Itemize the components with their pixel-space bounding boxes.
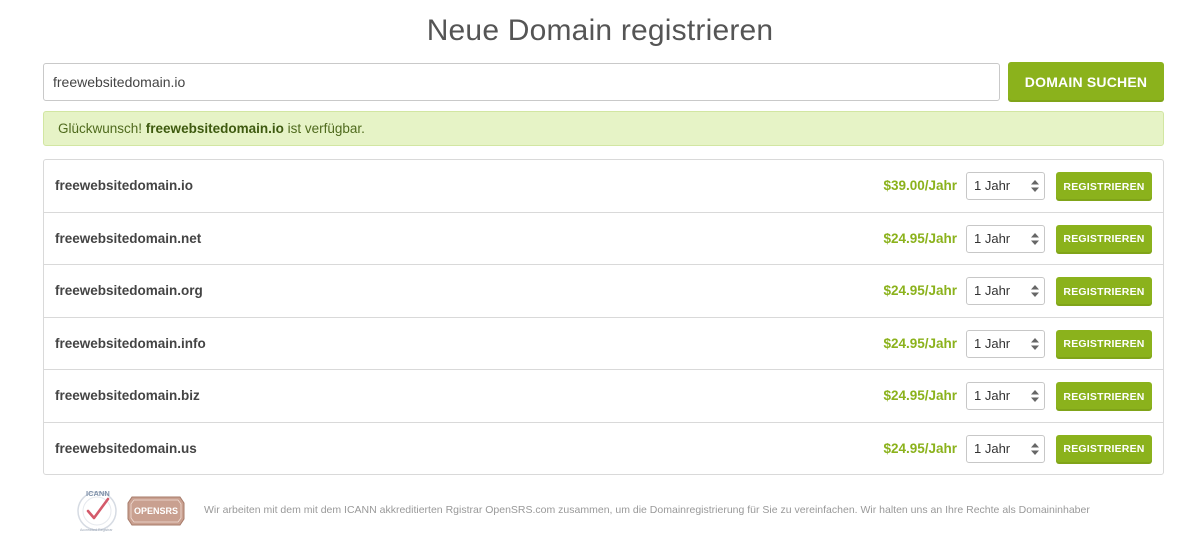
term-select-value: 1 Jahr xyxy=(974,440,1011,456)
footer-text: Wir arbeiten mit dem mit dem ICANN akkre… xyxy=(204,504,1090,516)
term-select[interactable]: 1 Jahr xyxy=(966,224,1045,253)
domain-name: freewebsitedomain.us xyxy=(55,440,197,456)
domain-name: freewebsitedomain.org xyxy=(55,283,203,298)
domain-result-row: freewebsitedomain.org $24.95/Jahr 1 Jahr… xyxy=(44,265,1163,318)
domain-results-list: freewebsitedomain.io $39.00/Jahr 1 Jahr … xyxy=(43,159,1164,475)
domain-price: $24.95/Jahr xyxy=(883,388,957,403)
alert-prefix: Glückwunsch! xyxy=(58,121,146,136)
register-button[interactable]: REGISTRIEREN xyxy=(1056,172,1152,201)
alert-suffix: ist verfügbar. xyxy=(283,121,365,136)
icann-logo: ICANN Accredited Registrar xyxy=(77,489,117,532)
availability-alert: Glückwunsch! freewebsitedomain.io ist ve… xyxy=(43,111,1164,146)
term-select-value: 1 Jahr xyxy=(974,178,1011,193)
domain-result-row: freewebsitedomain.us $24.95/Jahr 1 Jahr … xyxy=(44,423,1163,476)
domain-price: $24.95/Jahr xyxy=(883,230,957,246)
opensrs-logo-text: OPENSRS xyxy=(134,506,178,516)
domain-result-row: freewebsitedomain.io $39.00/Jahr 1 Jahr … xyxy=(44,160,1163,213)
domain-price: $24.95/Jahr xyxy=(883,440,957,456)
page-title: Neue Domain registrieren xyxy=(426,14,774,47)
domain-result-row: freewebsitedomain.biz $24.95/Jahr 1 Jahr… xyxy=(44,370,1163,423)
domain-name: freewebsitedomain.net xyxy=(55,230,202,246)
select-arrows-icon xyxy=(1031,180,1039,192)
footer: ICANN Accredited Registrar OPENSRS Wir a… xyxy=(0,487,1200,537)
domain-name: freewebsitedomain.biz xyxy=(55,388,200,403)
term-select-value: 1 Jahr xyxy=(974,388,1011,403)
domain-result-row: freewebsitedomain.net $24.95/Jahr 1 Jahr… xyxy=(44,213,1163,265)
register-button[interactable]: REGISTRIEREN xyxy=(1056,277,1152,306)
domain-result-row: freewebsitedomain.info $24.95/Jahr 1 Jah… xyxy=(44,318,1163,370)
select-arrows-icon xyxy=(1031,442,1039,455)
register-button[interactable]: REGISTRIEREN xyxy=(1056,434,1152,464)
domain-price: $24.95/Jahr xyxy=(883,283,957,298)
domain-name: freewebsitedomain.io xyxy=(55,178,194,193)
select-arrows-icon xyxy=(1031,390,1039,402)
register-button[interactable]: REGISTRIEREN xyxy=(1056,382,1152,411)
term-select-value: 1 Jahr xyxy=(974,283,1011,298)
term-select-value: 1 Jahr xyxy=(974,335,1011,351)
term-select[interactable]: 1 Jahr xyxy=(966,172,1045,200)
icann-logo-subtext: Accredited Registrar xyxy=(80,528,113,532)
domain-search-input[interactable] xyxy=(43,63,1000,101)
opensrs-logo: OPENSRS xyxy=(127,496,185,526)
select-arrows-icon xyxy=(1031,337,1039,350)
domain-price: $39.00/Jahr xyxy=(883,178,957,193)
alert-domain: freewebsitedomain.io xyxy=(145,121,284,136)
term-select[interactable]: 1 Jahr xyxy=(966,382,1045,410)
register-button[interactable]: REGISTRIEREN xyxy=(1056,224,1152,254)
domain-name: freewebsitedomain.info xyxy=(55,335,206,351)
term-select[interactable]: 1 Jahr xyxy=(966,434,1045,463)
icann-logo-text: ICANN xyxy=(86,489,110,498)
register-button[interactable]: REGISTRIEREN xyxy=(1056,329,1152,359)
domain-price: $24.95/Jahr xyxy=(883,335,957,351)
term-select[interactable]: 1 Jahr xyxy=(966,277,1045,305)
term-select[interactable]: 1 Jahr xyxy=(966,329,1045,358)
domain-search-button[interactable]: DOMAIN SUCHEN xyxy=(1008,62,1164,102)
term-select-value: 1 Jahr xyxy=(974,230,1011,246)
select-arrows-icon xyxy=(1031,232,1039,245)
select-arrows-icon xyxy=(1031,285,1039,297)
